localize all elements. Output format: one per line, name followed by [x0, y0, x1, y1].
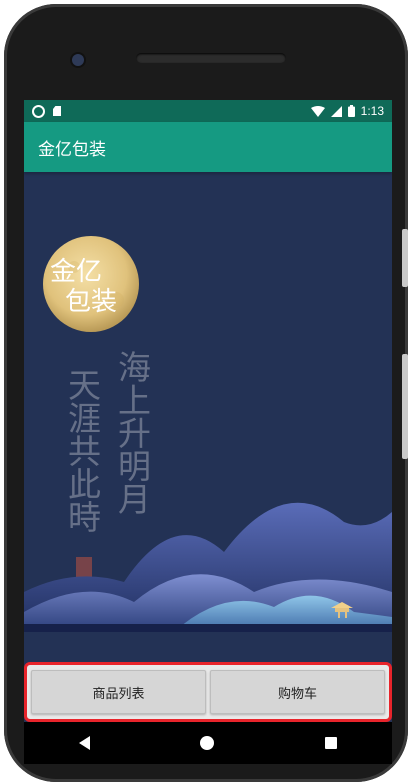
status-time: 1:13: [360, 104, 384, 118]
bottom-button-bar: 商品列表 购物车: [24, 662, 392, 722]
logo-text-top: 金亿: [50, 257, 102, 287]
app-bar: 金亿包装: [24, 122, 392, 172]
poem-right-column: 海上升明月: [113, 350, 152, 515]
signal-icon: [330, 105, 342, 117]
screen: 1:13 金亿包装 金亿 包装 海上升明月 天涯共此時 商品列表 购物车: [24, 100, 392, 764]
recent-apps-icon[interactable]: [324, 737, 337, 749]
battery-icon: [347, 105, 355, 117]
banner-image: 金亿 包装 海上升明月 天涯共此時: [24, 172, 392, 632]
system-nav-bar: [24, 722, 392, 764]
seal-stamp: [76, 557, 92, 577]
circle-icon: [32, 104, 45, 118]
lake-reflection: [24, 624, 392, 632]
sd-card-icon: [53, 106, 61, 116]
front-camera: [72, 54, 84, 66]
power-key: [402, 229, 408, 287]
volume-key: [402, 354, 408, 459]
back-icon[interactable]: [79, 736, 91, 750]
earpiece-speaker: [136, 53, 286, 63]
logo-text-bottom: 包装: [65, 287, 117, 317]
product-list-button[interactable]: 商品列表: [31, 670, 206, 714]
cart-button[interactable]: 购物车: [210, 670, 385, 714]
app-title: 金亿包装: [38, 139, 106, 160]
status-bar: 1:13: [24, 100, 392, 122]
home-icon[interactable]: [200, 736, 215, 750]
moon-logo: 金亿 包装: [43, 236, 139, 332]
wifi-icon: [310, 105, 325, 117]
moon-mountain-artwork: 金亿 包装 海上升明月 天涯共此時: [24, 172, 392, 632]
poem-left-column: 天涯共此時: [63, 368, 102, 533]
